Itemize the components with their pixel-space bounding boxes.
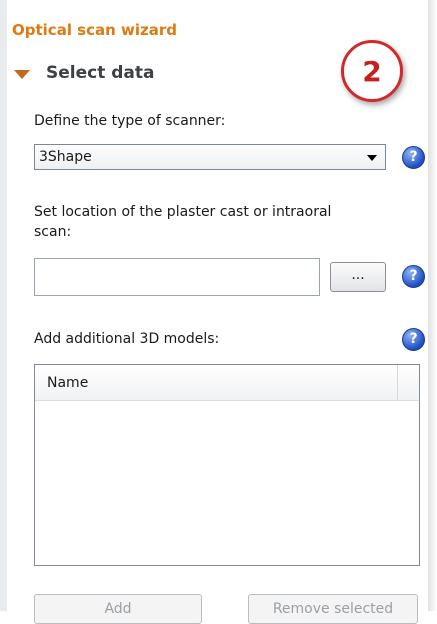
wizard-title: Optical scan wizard <box>12 21 178 39</box>
scanner-type-value: 3Shape <box>39 149 92 165</box>
panel-left-edge <box>0 0 7 611</box>
browse-button[interactable]: ... <box>330 262 386 292</box>
location-label-line1: Set location of the plaster cast or intr… <box>34 204 332 220</box>
collapse-arrow-icon[interactable] <box>14 70 30 79</box>
additional-models-list[interactable]: Name <box>34 364 420 566</box>
add-button[interactable]: Add <box>34 594 202 624</box>
help-icon-location[interactable]: ? <box>402 265 425 288</box>
help-icon-scanner[interactable]: ? <box>402 146 425 169</box>
panel-right-shadow <box>428 0 437 611</box>
scanner-type-select[interactable]: 3Shape <box>34 144 386 170</box>
column-divider[interactable] <box>397 365 398 400</box>
location-label-line2: scan: <box>34 224 72 240</box>
column-header-name[interactable]: Name <box>47 375 88 391</box>
scanner-type-label: Define the type of scanner: <box>34 113 226 129</box>
dropdown-arrow-icon <box>367 155 377 161</box>
remove-selected-button[interactable]: Remove selected <box>248 594 418 624</box>
additional-models-label: Add additional 3D models: <box>34 331 220 347</box>
step-badge: 2 <box>341 40 403 102</box>
scan-location-input[interactable] <box>34 258 320 296</box>
section-title-select-data[interactable]: Select data <box>46 63 155 83</box>
list-header: Name <box>35 365 419 401</box>
help-icon-models[interactable]: ? <box>402 328 425 351</box>
